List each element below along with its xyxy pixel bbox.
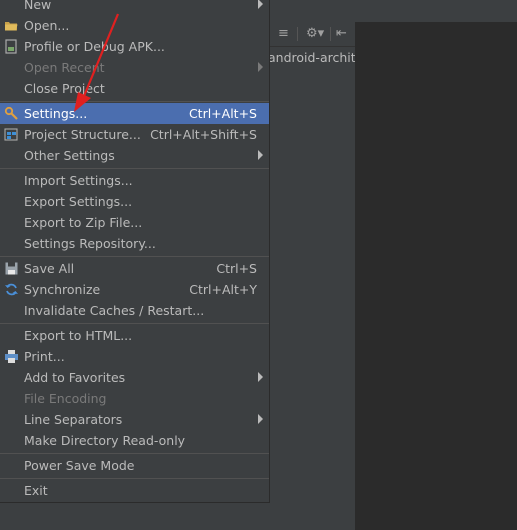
- save-icon: [4, 261, 19, 276]
- pin-icon[interactable]: ⇤: [336, 26, 347, 42]
- panel-toolbar: ≡ ⚙▾ ⇤: [270, 22, 355, 47]
- menu-item-add-favorites[interactable]: Add to Favorites: [0, 367, 269, 388]
- menu-item-profile-debug-apk[interactable]: Profile or Debug APK...: [0, 36, 269, 57]
- submenu-arrow-icon: [258, 0, 263, 9]
- menu-label: Open...: [24, 18, 70, 33]
- sync-icon: [4, 282, 19, 297]
- toolbar-divider: [297, 27, 298, 41]
- menu-item-export-html[interactable]: Export to HTML...: [0, 325, 269, 346]
- menu-item-invalidate-caches[interactable]: Invalidate Caches / Restart...: [0, 300, 269, 321]
- menu-separator: [0, 256, 269, 257]
- menu-label: Synchronize: [24, 282, 101, 297]
- editor-tab[interactable]: android-archite: [270, 47, 355, 69]
- menu-item-settings-repository[interactable]: Settings Repository...: [0, 233, 269, 254]
- menu-separator: [0, 323, 269, 324]
- collapse-icon[interactable]: ≡: [278, 26, 289, 42]
- menu-item-new[interactable]: New: [0, 0, 269, 15]
- wrench-icon: [4, 106, 19, 121]
- menu-label: Other Settings: [24, 148, 115, 163]
- menu-label: Close Project: [24, 81, 105, 96]
- file-menu: New Open... Profile or Debug APK... Open…: [0, 0, 270, 503]
- menu-label: Settings Repository...: [24, 236, 156, 251]
- gear-icon[interactable]: ⚙▾: [306, 26, 324, 42]
- menu-shortcut: Ctrl+Alt+Y: [189, 282, 257, 297]
- submenu-arrow-icon: [258, 62, 263, 72]
- menu-shortcut: Ctrl+S: [216, 261, 257, 276]
- menu-item-print[interactable]: Print...: [0, 346, 269, 367]
- menu-label: Exit: [24, 483, 48, 498]
- menu-shortcut: Ctrl+Alt+S: [188, 106, 257, 121]
- menu-item-open-recent[interactable]: Open Recent: [0, 57, 269, 78]
- menu-label: Export to Zip File...: [24, 215, 143, 230]
- menu-separator: [0, 478, 269, 479]
- print-icon: [4, 349, 19, 364]
- menu-label: Import Settings...: [24, 173, 133, 188]
- submenu-arrow-icon: [258, 372, 263, 382]
- menu-item-make-directory-readonly[interactable]: Make Directory Read-only: [0, 430, 269, 451]
- title-bar: [270, 0, 517, 22]
- menu-item-close-project[interactable]: Close Project: [0, 78, 269, 99]
- menu-label: Make Directory Read-only: [24, 433, 186, 448]
- menu-item-project-structure[interactable]: Project Structure... Ctrl+Alt+Shift+S: [0, 124, 269, 145]
- menu-item-file-encoding[interactable]: File Encoding: [0, 388, 269, 409]
- menu-label: Settings...: [24, 106, 88, 121]
- submenu-arrow-icon: [258, 150, 263, 160]
- menu-label: New: [24, 0, 52, 12]
- menu-label: Power Save Mode: [24, 458, 135, 473]
- folder-icon: [4, 18, 19, 33]
- menu-item-synchronize[interactable]: Synchronize Ctrl+Alt+Y: [0, 279, 269, 300]
- menu-shortcut: Ctrl+Alt+Shift+S: [150, 127, 257, 142]
- menu-label: Open Recent: [24, 60, 105, 75]
- menu-item-save-all[interactable]: Save All Ctrl+S: [0, 258, 269, 279]
- menu-item-exit[interactable]: Exit: [0, 480, 269, 501]
- menu-item-line-separators[interactable]: Line Separators: [0, 409, 269, 430]
- menu-item-export-zip[interactable]: Export to Zip File...: [0, 212, 269, 233]
- menu-label: File Encoding: [24, 391, 107, 406]
- apk-file-icon: [4, 39, 19, 54]
- project-panel: [270, 22, 355, 530]
- menu-separator: [0, 101, 269, 102]
- project-structure-icon: [4, 127, 19, 142]
- menu-item-settings[interactable]: Settings... Ctrl+Alt+S: [0, 103, 269, 124]
- menu-separator: [0, 453, 269, 454]
- menu-label: Export to HTML...: [24, 328, 133, 343]
- menu-label: Save All: [24, 261, 75, 276]
- menu-item-open[interactable]: Open...: [0, 15, 269, 36]
- menu-item-other-settings[interactable]: Other Settings: [0, 145, 269, 166]
- submenu-arrow-icon: [258, 414, 263, 424]
- menu-label: Invalidate Caches / Restart...: [24, 303, 205, 318]
- editor-area: [355, 22, 517, 530]
- menu-label: Print...: [24, 349, 65, 364]
- editor-tab-label: android-archite: [270, 50, 355, 65]
- menu-label: Profile or Debug APK...: [24, 39, 165, 54]
- toolbar-divider: [330, 27, 331, 41]
- menu-label: Project Structure...: [24, 127, 141, 142]
- menu-separator: [0, 168, 269, 169]
- menu-item-import-settings[interactable]: Import Settings...: [0, 170, 269, 191]
- menu-item-power-save-mode[interactable]: Power Save Mode: [0, 455, 269, 476]
- menu-label: Export Settings...: [24, 194, 133, 209]
- menu-label: Add to Favorites: [24, 370, 126, 385]
- menu-label: Line Separators: [24, 412, 123, 427]
- menu-item-export-settings[interactable]: Export Settings...: [0, 191, 269, 212]
